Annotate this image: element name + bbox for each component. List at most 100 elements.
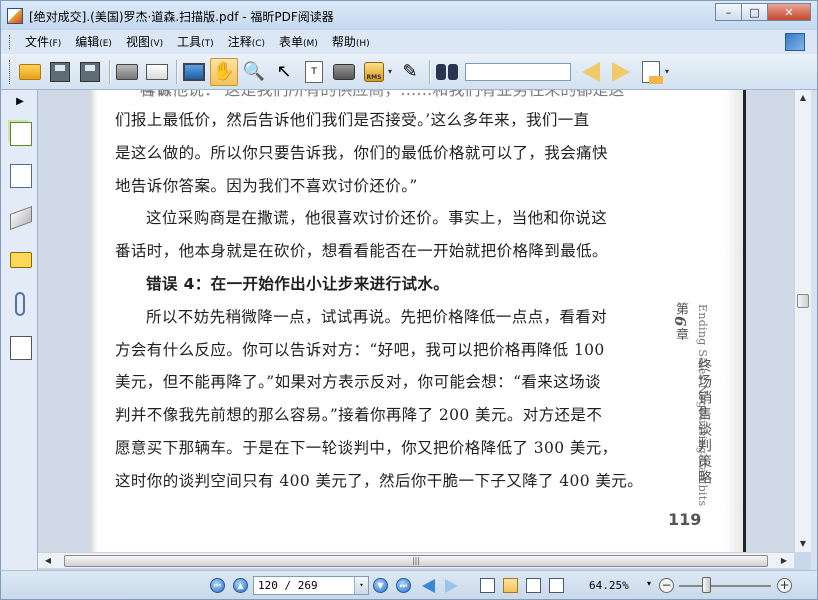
- go-forward-button[interactable]: [443, 577, 460, 594]
- full-screen-icon[interactable]: [785, 33, 805, 51]
- zoom-slider-track[interactable]: [679, 585, 771, 587]
- text-line: 美元，但不能再降了。”如果对方表示反对，你可能会想：“看来这场谈: [115, 373, 601, 392]
- rms-button[interactable]: RMS: [360, 58, 388, 86]
- cropped-top-line: 告诉他说：'这是我们所有的供应商，……和我们有业务往来的都是这样做': [140, 90, 640, 97]
- menu-edit[interactable]: 编辑(E): [68, 31, 119, 53]
- find-next-button[interactable]: [607, 58, 635, 86]
- close-button[interactable]: ✕: [767, 3, 811, 21]
- go-back-button[interactable]: [420, 577, 437, 594]
- select-tool-button[interactable]: ↖: [270, 58, 298, 86]
- menu-bar: 文件(F) 编辑(E) 视图(V) 工具(T) 注释(C) 表单(M) 帮助(H…: [0, 30, 818, 54]
- snapshot-button[interactable]: [330, 58, 358, 86]
- page-number-field[interactable]: 120 / 269 ▾: [253, 576, 369, 595]
- minimize-button[interactable]: –: [715, 3, 742, 21]
- find-previous-icon: [582, 61, 601, 82]
- previous-page-icon: ▲: [233, 578, 248, 593]
- scroll-up-icon[interactable]: ▲: [795, 90, 811, 106]
- text-line: 这位采购商是在撒谎，他很喜欢讨价还价。事实上，当他和你说这: [146, 209, 608, 228]
- camera-icon: [333, 63, 355, 80]
- single-page-layout-button[interactable]: [479, 577, 496, 594]
- hand-tool-button[interactable]: ✋: [210, 57, 238, 86]
- first-page-button[interactable]: ⏮: [209, 577, 226, 594]
- navigation-panel: ▶: [0, 90, 38, 574]
- page-number-value: 120 / 269: [258, 579, 318, 592]
- menu-view[interactable]: 视图(V): [119, 31, 170, 53]
- window-right-edge: [811, 90, 818, 574]
- rms-dropdown-icon[interactable]: ▾: [388, 67, 392, 76]
- binoculars-icon: [435, 62, 459, 82]
- zoom-out-icon[interactable]: −: [659, 578, 674, 593]
- text-line: 这时你的谈判空间只有 400 美元了，然后你干脆一下子又降了 400 美元。: [115, 471, 644, 490]
- single-page-icon: [480, 578, 495, 593]
- scroll-down-icon[interactable]: ▼: [795, 536, 811, 552]
- menu-forms[interactable]: 表单(M): [272, 31, 325, 53]
- back-arrow-icon: [422, 578, 435, 593]
- pages-panel-icon[interactable]: [10, 122, 32, 146]
- toolbar-grip[interactable]: [9, 59, 12, 84]
- pdf-page: 告诉他说：'这是我们所有的供应商，……和我们有业务往来的都是这样做' 们报上最低…: [90, 90, 746, 552]
- horizontal-scrollbar[interactable]: ◀ ||| ▶: [38, 552, 794, 568]
- find-previous-button[interactable]: [577, 58, 605, 86]
- document-view[interactable]: 告诉他说：'这是我们所有的供应商，……和我们有业务往来的都是这样做' 们报上最低…: [38, 90, 794, 552]
- page-shadow-left: [90, 90, 98, 552]
- zoom-dropdown-icon[interactable]: ▾: [647, 579, 651, 588]
- chapter-title-chinese: 终场销售谈判策略: [696, 358, 712, 486]
- foxit-app-icon: [7, 8, 23, 24]
- search-input[interactable]: [465, 62, 572, 81]
- save-button[interactable]: [46, 58, 74, 86]
- scroll-right-icon[interactable]: ▶: [776, 553, 792, 569]
- full-screen-button[interactable]: [180, 58, 208, 86]
- properties-button[interactable]: [143, 58, 171, 86]
- panel-toggle-icon[interactable]: ▶: [9, 94, 31, 110]
- zoom-slider-thumb[interactable]: [702, 577, 711, 593]
- bookmarks-panel-icon[interactable]: [10, 164, 32, 188]
- layers-panel-icon[interactable]: [10, 205, 32, 231]
- text-line: 们报上最低价，然后告诉他们我们是否接受。’这么多年来，我们一直: [115, 111, 590, 129]
- zoom-tool-button[interactable]: 🔍: [240, 58, 268, 86]
- comments-panel-icon[interactable]: [10, 252, 32, 268]
- text-select-icon: T: [305, 60, 323, 83]
- page-number: 119: [668, 510, 702, 529]
- last-page-icon: ⏭: [396, 578, 411, 593]
- signatures-panel-icon[interactable]: [10, 336, 32, 360]
- zoom-in-icon[interactable]: +: [777, 578, 792, 593]
- menu-comments[interactable]: 注释(C): [221, 31, 272, 53]
- horizontal-scroll-thumb[interactable]: |||: [64, 555, 768, 567]
- menu-tools[interactable]: 工具(T): [170, 31, 221, 53]
- save-as-disk-icon: [80, 61, 100, 82]
- highlight-button[interactable]: [637, 58, 665, 86]
- continuous-facing-layout-button[interactable]: [548, 577, 565, 594]
- zoom-level[interactable]: 64.25%: [589, 579, 629, 592]
- section-heading: 错误 4：在一开始作出小让步来进行试水。: [146, 274, 450, 293]
- previous-page-button[interactable]: ▲: [232, 577, 249, 594]
- continuous-layout-button[interactable]: [502, 577, 519, 594]
- forward-arrow-icon: [445, 578, 458, 593]
- open-button[interactable]: [16, 58, 44, 86]
- vertical-scrollbar[interactable]: ▲ ▼: [794, 90, 811, 552]
- save-as-button[interactable]: [76, 58, 104, 86]
- sign-button[interactable]: ✎: [396, 58, 424, 86]
- menu-help[interactable]: 帮助(H): [325, 31, 377, 53]
- zoom-glasses-icon: 🔍: [242, 60, 266, 82]
- find-button[interactable]: [433, 58, 461, 86]
- rms-lock-icon: RMS: [364, 61, 384, 82]
- menu-file[interactable]: 文件(F): [18, 31, 68, 53]
- chapter-label: 第6章: [671, 302, 689, 342]
- text-select-button[interactable]: T: [300, 58, 328, 86]
- maximize-button[interactable]: □: [741, 3, 768, 21]
- last-page-button[interactable]: ⏭: [395, 577, 412, 594]
- facing-layout-button[interactable]: [525, 577, 542, 594]
- text-line: 判并不像我先前想的那么容易。”接着你再降了 200 美元。对方还是不: [115, 406, 603, 425]
- page-dropdown-icon[interactable]: ▾: [354, 577, 368, 594]
- printer-icon: [116, 63, 138, 80]
- attachments-paperclip-icon[interactable]: [15, 292, 25, 316]
- next-page-button[interactable]: ▼: [372, 577, 389, 594]
- scroll-left-icon[interactable]: ◀: [40, 553, 56, 569]
- status-bar: ⏮ ▲ 120 / 269 ▾ ▼ ⏭ 64.25% ▾ − +: [0, 570, 818, 600]
- text-line: 番话时，他本身就是在砍价，想看看能否在一开始就把价格降到最低。: [115, 242, 608, 261]
- highlight-dropdown-icon[interactable]: ▾: [665, 67, 669, 76]
- vertical-scroll-thumb[interactable]: [797, 294, 809, 308]
- find-next-icon: [612, 61, 631, 82]
- menu-grip[interactable]: [9, 35, 12, 49]
- print-button[interactable]: [113, 58, 141, 86]
